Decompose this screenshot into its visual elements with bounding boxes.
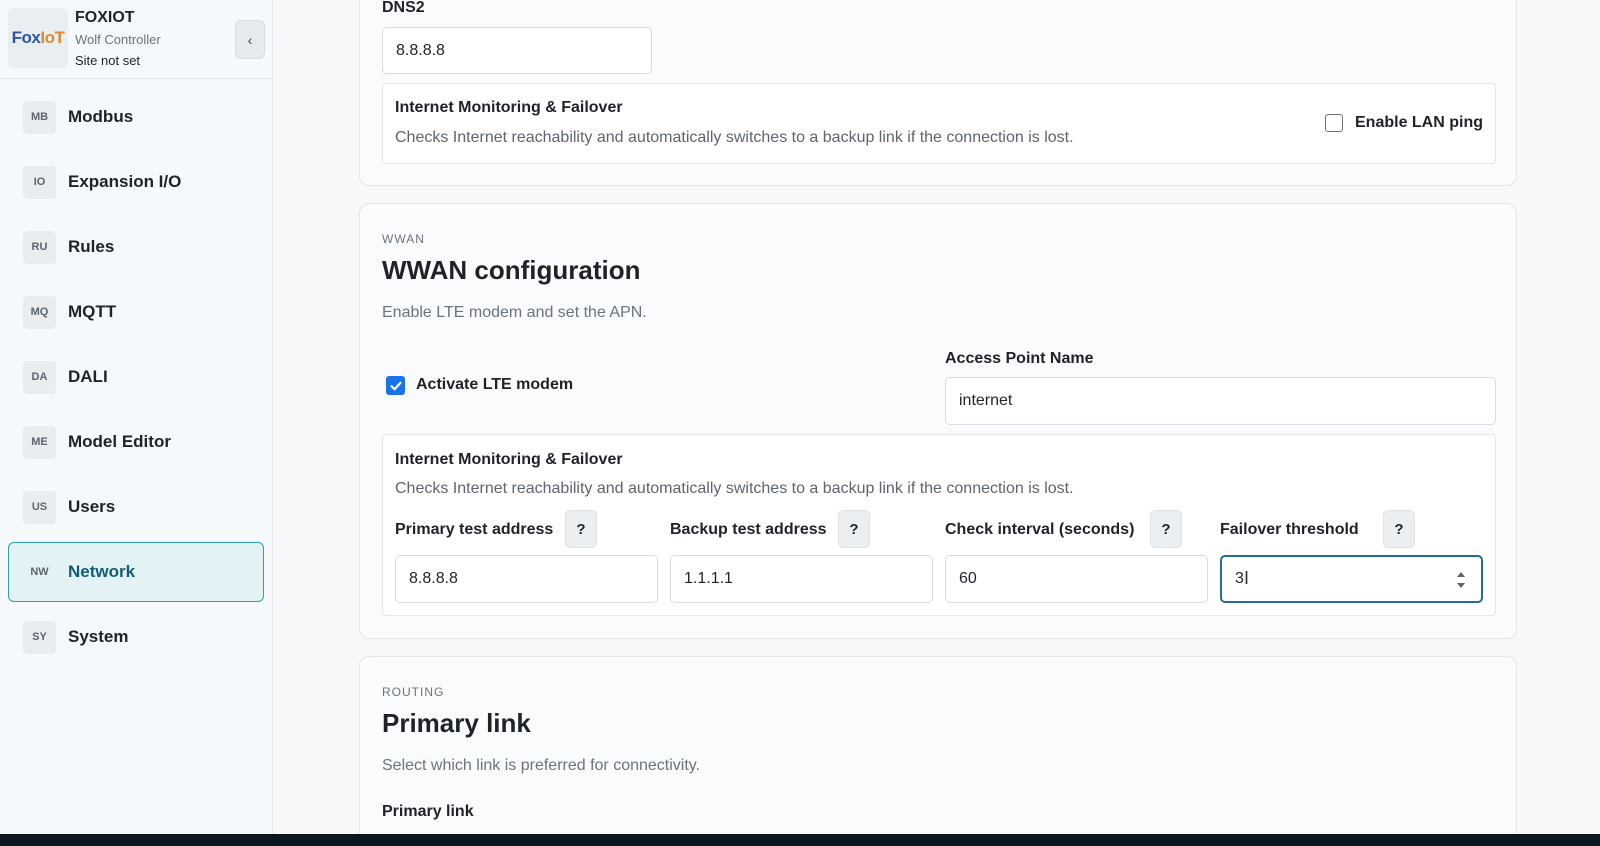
help-icon: ? [1394, 520, 1404, 538]
sidebar-item-label: System [68, 627, 129, 646]
dns2-value: 8.8.8.8 [396, 41, 445, 59]
sidebar-item-rules[interactable]: RU Rules [8, 217, 264, 277]
brand-site: Site not set [75, 53, 141, 68]
check-icon [389, 381, 402, 390]
number-spinner-icon[interactable] [1455, 569, 1467, 591]
sidebar-item-network[interactable]: NW Network [8, 542, 264, 602]
lan-card: DNS2 8.8.8.8 Internet Monitoring & Failo… [359, 0, 1517, 186]
primary-test-address-label: Primary test address [395, 521, 554, 538]
check-interval-help-button[interactable]: ? [1150, 510, 1182, 548]
nav-abbr: ME [23, 425, 56, 459]
nav-abbr: MB [23, 100, 56, 134]
enable-lan-ping-label[interactable]: Enable LAN ping [1355, 114, 1483, 132]
wwan-monitor-title: Internet Monitoring & Failover [395, 451, 623, 468]
enable-lan-ping-checkbox[interactable] [1325, 114, 1343, 132]
backup-test-address-label: Backup test address [670, 521, 827, 538]
routing-eyebrow: ROUTING [382, 685, 445, 699]
nav-abbr: MQ [23, 295, 56, 329]
brand-header: Fox IoT FOXIOT Wolf Controller Site not s… [0, 0, 272, 79]
check-interval-input[interactable]: 60 [945, 555, 1208, 603]
wwan-title: WWAN configuration [382, 255, 641, 285]
dns2-label: DNS2 [382, 0, 425, 16]
brand-subtitle: Wolf Controller [75, 32, 161, 47]
routing-title: Primary link [382, 708, 531, 738]
apn-value: internet [959, 392, 1013, 409]
chevron-left-icon: ‹ [247, 31, 253, 48]
routing-desc: Select which link is preferred for conne… [382, 757, 701, 774]
apn-input[interactable]: internet [945, 377, 1496, 425]
primary-test-address-value: 8.8.8.8 [409, 570, 458, 587]
nav-abbr: RU [23, 230, 56, 264]
sidebar-item-users[interactable]: US Users [8, 477, 264, 537]
primary-test-address-help-button[interactable]: ? [565, 510, 597, 548]
lan-monitor-title: Internet Monitoring & Failover [395, 99, 623, 116]
logo-text-primary: Fox [11, 28, 41, 47]
help-icon: ? [576, 520, 586, 538]
nav-abbr: SY [23, 620, 56, 654]
taskbar-strip [0, 834, 1600, 846]
brand-logo: Fox IoT [8, 8, 68, 68]
lan-monitor-panel: Internet Monitoring & Failover Checks In… [382, 83, 1496, 164]
failover-threshold-input[interactable]: 3 I [1220, 555, 1483, 603]
activate-lte-checkbox[interactable] [386, 376, 405, 395]
sidebar-item-model-editor[interactable]: ME Model Editor [8, 412, 264, 472]
primary-test-address-input[interactable]: 8.8.8.8 [395, 555, 658, 603]
failover-threshold-help-button[interactable]: ? [1383, 510, 1415, 548]
nav-abbr: US [23, 490, 56, 524]
wwan-eyebrow: WWAN [382, 232, 425, 246]
dns2-input[interactable]: 8.8.8.8 [382, 27, 652, 74]
sidebar-item-label: Users [68, 497, 116, 516]
backup-test-address-input[interactable]: 1.1.1.1 [670, 555, 933, 603]
nav-abbr: IO [23, 165, 56, 199]
sidebar-item-system[interactable]: SY System [8, 607, 264, 667]
sidebar-item-label: DALI [68, 367, 108, 386]
sidebar-item-label: MQTT [68, 302, 117, 321]
wwan-monitor-panel: Internet Monitoring & Failover Checks In… [382, 434, 1496, 616]
logo-text-accent: IoT [40, 28, 65, 47]
apn-label: Access Point Name [945, 350, 1094, 367]
sidebar-item-dali[interactable]: DA DALI [8, 347, 264, 407]
sidebar: Fox IoT FOXIOT Wolf Controller Site not s… [0, 0, 273, 834]
wwan-card: WWAN WWAN configuration Enable LTE modem… [359, 203, 1517, 639]
help-icon: ? [849, 520, 859, 538]
sidebar-item-expansion-io[interactable]: IO Expansion I/O [8, 152, 264, 212]
brand-name: FOXIOT [75, 9, 135, 26]
failover-threshold-value: 3 [1235, 570, 1244, 587]
sidebar-item-modbus[interactable]: MB Modbus [8, 87, 264, 147]
routing-card: ROUTING Primary link Select which link i… [359, 656, 1517, 846]
wwan-monitor-desc: Checks Internet reachability and automat… [395, 480, 1074, 497]
check-interval-label: Check interval (seconds) [945, 521, 1135, 538]
backup-test-address-value: 1.1.1.1 [684, 570, 733, 587]
check-interval-value: 60 [959, 570, 977, 587]
sidebar-item-label: Rules [68, 237, 115, 256]
sidebar-item-label: Model Editor [68, 432, 171, 451]
sidebar-item-label: Network [68, 562, 136, 581]
lan-monitor-desc: Checks Internet reachability and automat… [395, 129, 1074, 146]
activate-lte-label[interactable]: Activate LTE modem [416, 376, 573, 394]
sidebar-item-label: Expansion I/O [68, 172, 182, 191]
text-cursor-icon: I [1244, 568, 1250, 588]
nav-abbr: DA [23, 360, 56, 394]
sidebar-item-label: Modbus [68, 107, 134, 126]
primary-link-label: Primary link [382, 803, 474, 820]
failover-threshold-label: Failover threshold [1220, 521, 1359, 538]
help-icon: ? [1161, 520, 1171, 538]
backup-test-address-help-button[interactable]: ? [838, 510, 870, 548]
collapse-sidebar-button[interactable]: ‹ [235, 20, 265, 59]
sidebar-item-mqtt[interactable]: MQ MQTT [8, 282, 264, 342]
nav-abbr: NW [30, 566, 49, 578]
wwan-desc: Enable LTE modem and set the APN. [382, 304, 647, 321]
